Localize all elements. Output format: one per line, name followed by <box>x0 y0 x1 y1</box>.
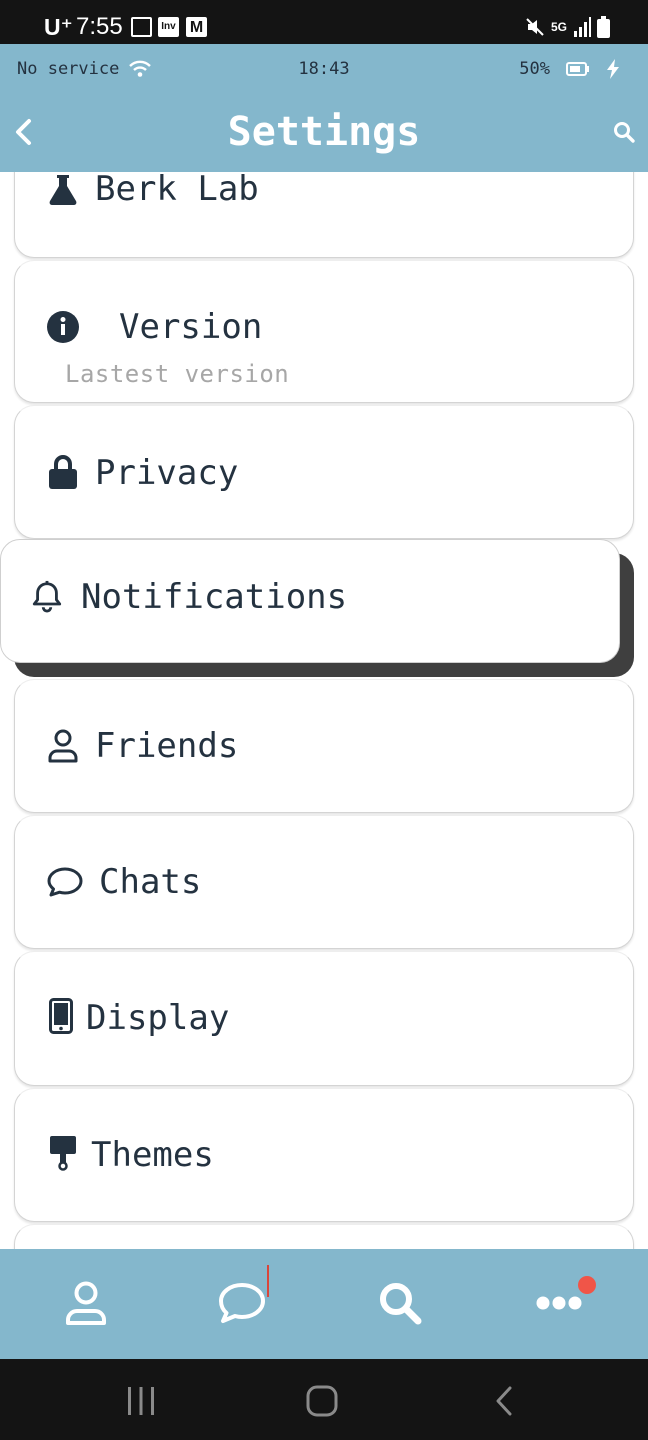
bell-icon <box>31 580 63 613</box>
info-icon <box>47 311 79 343</box>
lock-icon <box>47 455 79 489</box>
settings-item-label: Display <box>86 998 230 1038</box>
chat-bubble-icon <box>47 866 83 898</box>
user-icon <box>47 729 79 763</box>
5g-icon: 5G <box>550 20 567 34</box>
bottom-navigation <box>0 1249 648 1359</box>
system-navigation-bar <box>0 1359 648 1440</box>
settings-list: Berk Lab Version Lastest version Privacy… <box>0 172 648 1249</box>
inv-app-icon: Inv <box>158 17 179 37</box>
settings-item-notifications[interactable]: Notifications <box>0 539 620 663</box>
system-status-bar: U⁺ 7:55 Inv M 5G <box>0 0 648 44</box>
settings-item-berk-lab[interactable]: Berk Lab <box>14 172 634 258</box>
search-icon[interactable] <box>612 120 636 144</box>
nav-profile-button[interactable] <box>62 1279 110 1327</box>
battery-icon <box>597 16 610 38</box>
nav-search-button[interactable] <box>376 1279 424 1327</box>
settings-item-label: Berk Lab <box>95 172 259 209</box>
settings-item-version[interactable]: Version Lastest version <box>14 260 634 403</box>
nav-more-button[interactable] <box>535 1279 583 1327</box>
search-icon <box>380 1283 422 1325</box>
nav-chat-button[interactable] <box>218 1279 266 1327</box>
flask-icon <box>47 173 79 205</box>
settings-item-label: Notifications <box>81 577 348 617</box>
settings-item-chats[interactable]: Chats <box>14 815 634 949</box>
mail-icon: M <box>186 17 207 37</box>
system-indicators: 5G <box>525 15 610 39</box>
carrier-label: U⁺ <box>44 14 73 40</box>
settings-item-partial[interactable] <box>14 1224 634 1249</box>
recent-apps-button[interactable] <box>121 1381 161 1421</box>
page-title: Settings <box>227 109 421 155</box>
settings-item-display[interactable]: Display <box>14 951 634 1086</box>
settings-item-label: Version <box>119 307 263 347</box>
charging-icon <box>607 59 619 79</box>
settings-item-themes[interactable]: Themes <box>14 1088 634 1222</box>
recent-apps-icon <box>128 1387 154 1415</box>
profile-icon <box>66 1281 106 1325</box>
settings-item-friends[interactable]: Friends <box>14 679 634 813</box>
mute-icon <box>526 18 544 36</box>
settings-item-sublabel: Lastest version <box>65 360 290 388</box>
gallery-icon <box>131 17 152 37</box>
more-notification-badge <box>578 1276 596 1294</box>
battery-status: 50% <box>519 57 620 81</box>
settings-item-privacy[interactable]: Privacy <box>14 405 634 539</box>
chat-icon <box>219 1283 265 1323</box>
signal-icon <box>574 17 591 37</box>
system-time: 7:55 <box>76 13 123 40</box>
chat-notification-indicator <box>267 1265 269 1297</box>
settings-item-label: Chats <box>99 862 202 902</box>
settings-item-label: Privacy <box>95 453 239 493</box>
more-icon <box>536 1296 582 1310</box>
back-button[interactable] <box>484 1381 524 1421</box>
phone-icon <box>45 998 77 1034</box>
home-icon <box>306 1385 338 1417</box>
battery-icon <box>566 62 589 76</box>
battery-percent: 50% <box>519 59 550 79</box>
settings-item-label: Themes <box>91 1135 214 1175</box>
settings-item-label: Friends <box>95 726 239 766</box>
back-icon <box>496 1386 512 1416</box>
paint-roller-icon <box>47 1136 79 1171</box>
home-button[interactable] <box>302 1381 342 1421</box>
